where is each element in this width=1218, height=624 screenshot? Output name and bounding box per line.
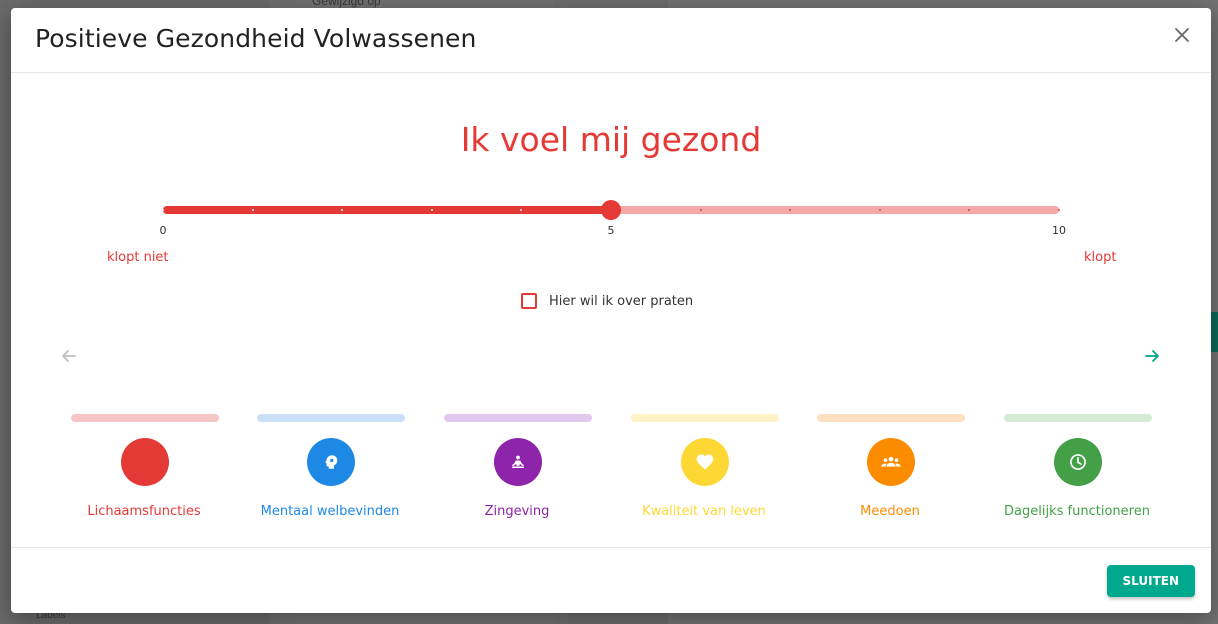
head-icon[interactable] (307, 438, 355, 486)
background-button (1210, 312, 1218, 352)
circle-icon[interactable] (121, 438, 169, 486)
modal-title: Positieve Gezondheid Volwassenen (35, 24, 477, 53)
dimension-label: Kwaliteit van leven (642, 504, 766, 519)
question-title: Ik voel mij gezond (460, 120, 762, 159)
dimension-progress-bar (1004, 414, 1152, 422)
tick-label-mid: 5 (607, 224, 615, 237)
high-scale-label: klopt (1084, 250, 1117, 265)
low-scale-label: klopt niet (107, 250, 169, 265)
dimension-label: Lichaamsfuncties (87, 504, 201, 519)
dimension-label: Dagelijks functioneren (1004, 504, 1150, 519)
slider-step-dot (1058, 209, 1060, 211)
slider-step-dot (251, 209, 254, 211)
clock-icon[interactable] (1054, 438, 1102, 486)
dimension-progress-bar (817, 414, 965, 422)
group-icon[interactable] (867, 438, 915, 486)
close-button[interactable]: SLUITEN (1106, 565, 1195, 597)
modal-dialog: Positieve Gezondheid Volwassenen Ik voel… (11, 8, 1211, 613)
slider-fill (163, 206, 611, 214)
modal-header: Positieve Gezondheid Volwassenen (11, 8, 1211, 73)
dimension-label: Mentaal welbevinden (260, 504, 400, 519)
tick-label-min: 0 (159, 224, 167, 237)
dimension-label: Meedoen (860, 504, 920, 519)
slider-step-dot (699, 209, 702, 211)
background-text: Gewijzigd op (312, 0, 381, 8)
dimension-label: Zingeving (484, 504, 550, 519)
modal-footer: SLUITEN (11, 547, 1211, 613)
heart-icon[interactable] (681, 438, 729, 486)
slider-step-dot (430, 209, 433, 211)
score-slider[interactable] (162, 200, 1060, 220)
talk-checkbox-label: Hier wil ik over praten (549, 293, 694, 309)
checkbox-icon[interactable] (521, 293, 537, 309)
slider-step-dot (878, 209, 881, 211)
dimension-progress-bar (444, 414, 592, 422)
arrow-left-icon[interactable] (59, 346, 79, 366)
arrow-right-icon[interactable] (1142, 346, 1162, 366)
slider-step-dot (162, 209, 164, 211)
meditation-icon[interactable] (494, 438, 542, 486)
dimension-progress-bar (257, 414, 405, 422)
slider-thumb[interactable] (601, 200, 621, 220)
close-icon[interactable] (1173, 26, 1191, 44)
dimension-progress-bar (71, 414, 219, 422)
talk-checkbox[interactable]: Hier wil ik over praten (521, 293, 693, 309)
tick-label-max: 10 (1052, 224, 1066, 237)
dimension-progress-bar (631, 414, 779, 422)
